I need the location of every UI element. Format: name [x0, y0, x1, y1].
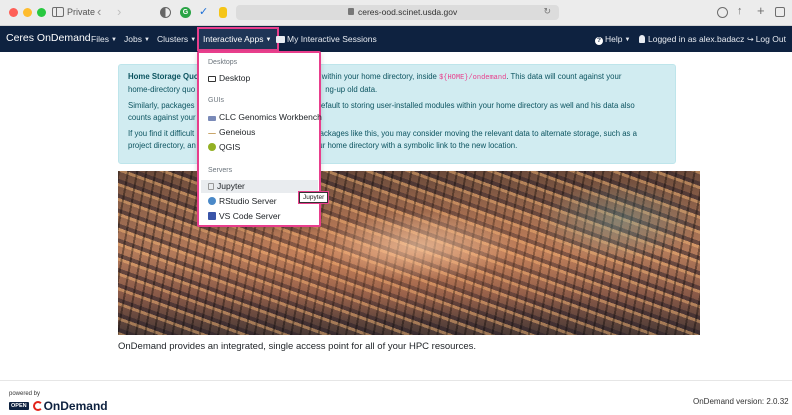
nav-jobs-menu[interactable]: Jobs ▼: [124, 34, 150, 44]
private-mode-label: Private: [67, 7, 96, 17]
alert-text: counts against your: [128, 113, 196, 122]
new-tab-icon[interactable]: +: [757, 3, 765, 18]
nav-my-sessions-link[interactable]: My Interactive Sessions: [276, 34, 377, 44]
shield-extension-icon[interactable]: [160, 7, 171, 18]
rstudio-icon: [208, 197, 216, 205]
version-label: OnDemand version: 2.0.32: [693, 397, 789, 406]
jupyter-icon: [208, 183, 214, 190]
sidebar-toggle-icon[interactable]: [52, 7, 64, 17]
nav-help-menu[interactable]: ? Help ▼: [595, 34, 630, 45]
reload-icon[interactable]: ↻: [543, 6, 551, 17]
dropdown-header-desktops: Desktops: [208, 59, 238, 66]
logout-link[interactable]: ↪ Log Out: [747, 34, 786, 44]
jupyter-tooltip: Jupyter: [297, 191, 330, 204]
download-icon[interactable]: [717, 7, 728, 18]
lock-icon: [348, 8, 354, 15]
qgis-icon: [208, 143, 216, 151]
hero-caption: OnDemand provides an integrated, single …: [118, 341, 477, 352]
hero-glow: [318, 211, 518, 281]
alert-text: ng-up old data.: [325, 85, 378, 94]
question-icon: ?: [595, 37, 603, 45]
nav-interactive-apps-menu[interactable]: Interactive Apps ▼: [196, 27, 280, 51]
menu-item-label: RStudio Server: [219, 196, 277, 206]
clc-icon: [208, 116, 216, 121]
caret-down-icon: ▼: [110, 37, 117, 43]
alert-text: in your home directory with a symbolic l…: [301, 141, 518, 150]
maximize-window-icon[interactable]: [37, 8, 46, 17]
footer-divider: [0, 380, 792, 381]
alert-text: Similarly, packages: [128, 101, 195, 110]
ondemand-ring-icon: [32, 401, 43, 411]
back-arrow-icon[interactable]: ‹: [97, 4, 101, 19]
logged-in-user: Logged in as alex.badacz: [639, 34, 744, 44]
open-ondemand-logo[interactable]: OPEN OnDemand: [9, 399, 108, 413]
brand-link[interactable]: Ceres OnDemand: [6, 32, 91, 44]
alert-text: and packages like this, you may consider…: [300, 129, 637, 138]
alert-text: home-directory quo: [128, 85, 196, 94]
alert-code: ${HOME}/ondemand: [439, 74, 507, 82]
nav-files-label: Files: [91, 34, 109, 44]
nav-clusters-menu[interactable]: Clusters ▼: [157, 34, 196, 44]
dropdown-header-guis: GUIs: [208, 97, 224, 104]
alert-title: Home Storage Quota: [128, 72, 206, 81]
logo-text: OnDemand: [43, 399, 108, 413]
menu-item-clc-genomics[interactable]: CLC Genomics Workbench: [208, 111, 322, 124]
menu-item-label: Desktop: [219, 73, 251, 83]
alert-text: . This data will count against your: [506, 72, 622, 81]
notes-extension-icon[interactable]: [219, 7, 227, 18]
nav-sessions-label: My Interactive Sessions: [287, 34, 377, 44]
alert-text: s default to storing user-installed modu…: [310, 101, 635, 110]
vscode-icon: [208, 212, 216, 220]
menu-item-vscode[interactable]: VS Code Server: [208, 210, 318, 223]
menu-item-label: Geneious: [219, 127, 256, 137]
menu-item-desktop[interactable]: Desktop: [208, 72, 318, 85]
menu-item-label: CLC Genomics Workbench: [219, 112, 322, 122]
v-extension-icon[interactable]: ✓: [199, 5, 210, 18]
menu-item-qgis[interactable]: QGIS: [208, 141, 318, 154]
forward-arrow-icon[interactable]: ›: [117, 4, 121, 19]
url-text[interactable]: ceres-ood.scinet.usda.gov: [358, 7, 457, 17]
menu-item-label: VS Code Server: [219, 211, 281, 221]
desktop-icon: [208, 76, 216, 82]
sessions-icon: [276, 36, 285, 43]
caret-down-icon: ▼: [624, 37, 631, 43]
caret-down-icon: ▼: [190, 37, 197, 43]
close-window-icon[interactable]: [9, 8, 18, 17]
address-bar[interactable]: ceres-ood.scinet.usda.gov ↻: [236, 5, 559, 20]
powered-by-label: powered by: [9, 391, 41, 397]
hero-teal-highlight: [538, 181, 698, 261]
user-icon: [639, 35, 645, 43]
nav-interactive-apps-label: Interactive Apps: [203, 34, 264, 44]
grammarly-extension-icon[interactable]: G: [180, 7, 191, 18]
menu-item-label: QGIS: [219, 142, 241, 152]
nav-clusters-label: Clusters: [157, 34, 189, 44]
app-navbar: Ceres OnDemand Files ▼ Jobs ▼ Clusters ▼ In…: [0, 26, 792, 52]
share-icon[interactable]: ↑: [737, 5, 743, 17]
alert-text: If you find it difficult: [128, 129, 195, 138]
user-label: Logged in as alex.badacz: [648, 34, 745, 44]
nav-files-menu[interactable]: Files ▼: [91, 34, 117, 44]
geneious-icon: [208, 130, 216, 134]
logout-label: Log Out: [755, 34, 786, 44]
menu-item-label: Jupyter: [217, 181, 245, 191]
tab-overview-icon[interactable]: [775, 7, 785, 17]
nav-help-label: Help: [605, 34, 623, 44]
caret-down-icon: ▼: [265, 37, 272, 43]
caret-down-icon: ▼: [143, 37, 150, 43]
logo-open-badge: OPEN: [9, 402, 29, 410]
nav-jobs-label: Jobs: [124, 34, 142, 44]
logout-icon: ↪: [747, 35, 754, 44]
dropdown-header-servers: Servers: [208, 167, 233, 174]
alert-text: project directory, an: [128, 141, 196, 150]
menu-item-geneious[interactable]: Geneious: [208, 126, 318, 139]
browser-toolbar: Private ‹ › G ✓ ceres-ood.scinet.usda.go…: [0, 0, 792, 26]
minimize-window-icon[interactable]: [23, 8, 32, 17]
